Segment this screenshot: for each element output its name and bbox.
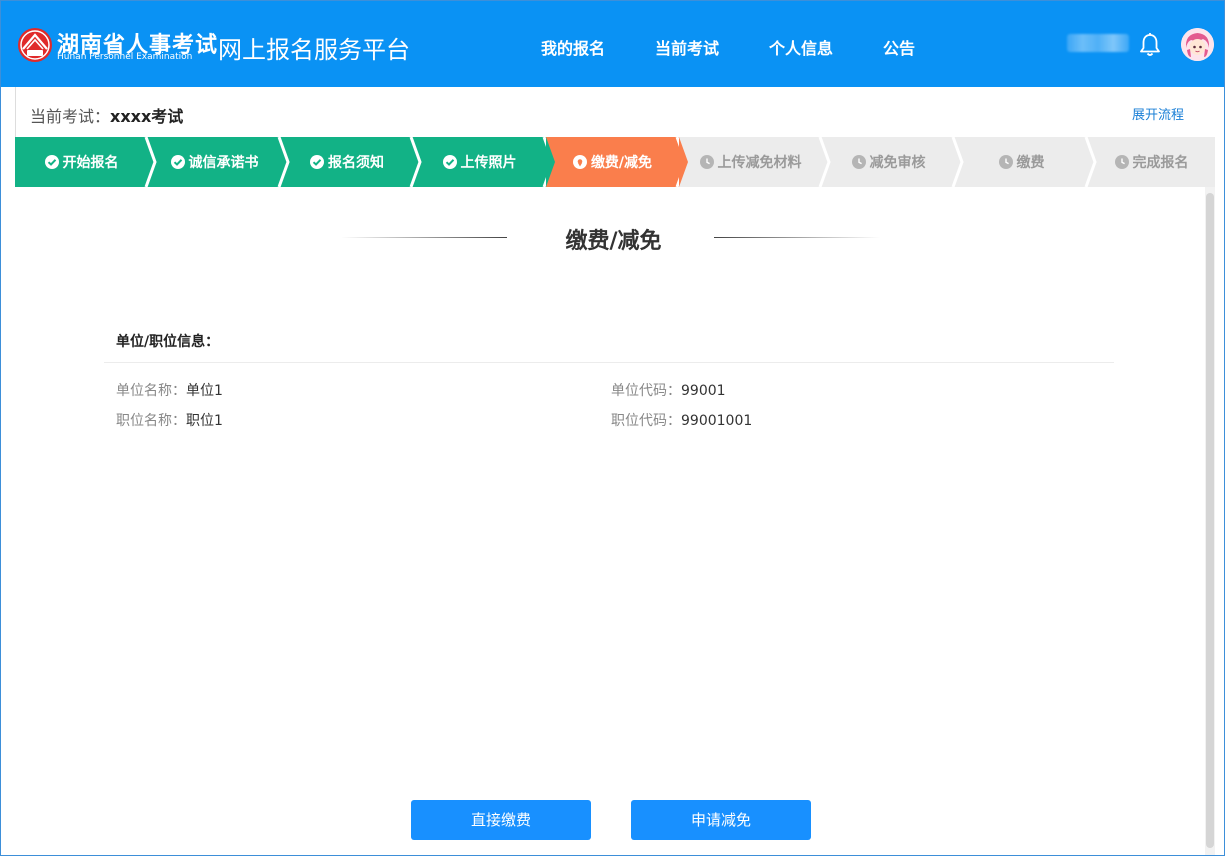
current-exam-label: 当前考试： bbox=[30, 107, 111, 126]
unit-name-label: 单位名称： bbox=[116, 383, 186, 399]
bell-icon[interactable] bbox=[1138, 32, 1162, 58]
unit-name-value: 单位1 bbox=[186, 383, 223, 399]
unit-name-field: 单位名称：单位1 bbox=[116, 380, 223, 400]
platform-title: 网上报名服务平台 bbox=[218, 36, 410, 64]
position-code-value: 99001001 bbox=[681, 413, 753, 429]
position-name-field: 职位名称：职位1 bbox=[116, 410, 223, 430]
step-label: 缴费 bbox=[1016, 155, 1045, 171]
username-redacted[interactable] bbox=[1067, 34, 1129, 52]
progress-steps: 开始报名 诚信承诺书 报名须知 上传照片 缴费/减免 上传减免材料 减免审核 缴… bbox=[15, 137, 1215, 187]
step-label: 上传减免材料 bbox=[717, 155, 802, 171]
step-label: 减免审核 bbox=[869, 155, 926, 171]
step-label: 完成报名 bbox=[1132, 155, 1189, 171]
title-divider-right bbox=[714, 237, 880, 238]
location-pin-icon bbox=[572, 155, 587, 169]
main-content bbox=[15, 187, 1205, 855]
clock-icon bbox=[699, 155, 714, 169]
step-registration-notice[interactable]: 报名须知 bbox=[281, 137, 413, 187]
step-upload-reduction-materials[interactable]: 上传减免材料 bbox=[679, 137, 822, 187]
position-name-label: 职位名称： bbox=[116, 413, 186, 429]
step-label: 诚信承诺书 bbox=[188, 155, 259, 171]
page-title: 缴费/减免 bbox=[565, 229, 662, 254]
check-circle-icon bbox=[310, 155, 324, 169]
top-header: 湖南省人事考试 Hunan Personnel Examination 网上报名… bbox=[1, 1, 1224, 87]
exam-bar: 当前考试：xxxx考试 展开流程 bbox=[15, 87, 1215, 137]
check-circle-icon bbox=[44, 155, 59, 169]
step-label: 开始报名 bbox=[62, 155, 119, 171]
position-code-label: 职位代码： bbox=[611, 413, 681, 429]
nav-current-exam[interactable]: 当前考试 bbox=[655, 35, 719, 59]
step-reduction-review[interactable]: 减免审核 bbox=[822, 137, 955, 187]
current-exam-name: xxxx考试 bbox=[110, 107, 184, 126]
step-payment-reduction[interactable]: 缴费/减免 bbox=[546, 137, 679, 187]
clock-icon bbox=[1114, 155, 1129, 169]
pay-directly-button[interactable]: 直接缴费 bbox=[411, 800, 591, 840]
step-label: 缴费/减免 bbox=[590, 155, 653, 171]
app-window: 湖南省人事考试 Hunan Personnel Examination 网上报名… bbox=[0, 0, 1225, 856]
clock-icon bbox=[851, 155, 866, 169]
check-circle-icon bbox=[442, 155, 457, 169]
step-label: 报名须知 bbox=[328, 155, 384, 171]
unit-position-heading: 单位/职位信息： bbox=[116, 334, 220, 350]
main-nav: 我的报名 当前考试 个人信息 公告 bbox=[541, 35, 965, 59]
step-upload-photo[interactable]: 上传照片 bbox=[413, 137, 546, 187]
unit-code-field: 单位代码：99001 bbox=[611, 380, 726, 400]
apply-reduction-button[interactable]: 申请减免 bbox=[631, 800, 811, 840]
step-label: 上传照片 bbox=[460, 155, 517, 171]
check-circle-icon bbox=[170, 155, 185, 169]
step-integrity-pledge[interactable]: 诚信承诺书 bbox=[148, 137, 281, 187]
expand-process-link[interactable]: 展开流程 bbox=[1132, 104, 1184, 123]
position-name-value: 职位1 bbox=[186, 413, 223, 429]
clock-icon bbox=[998, 155, 1013, 169]
step-payment[interactable]: 缴费 bbox=[955, 137, 1088, 187]
unit-code-label: 单位代码： bbox=[611, 383, 681, 399]
logo-subtitle: Hunan Personnel Examination bbox=[57, 52, 193, 62]
unit-code-value: 99001 bbox=[681, 383, 726, 399]
step-start-registration[interactable]: 开始报名 bbox=[15, 137, 148, 187]
step-complete-registration[interactable]: 完成报名 bbox=[1088, 137, 1215, 187]
position-code-field: 职位代码：99001001 bbox=[611, 410, 752, 430]
hnks-emblem-icon bbox=[18, 28, 52, 62]
current-exam: 当前考试：xxxx考试 bbox=[30, 103, 183, 127]
nav-announcement[interactable]: 公告 bbox=[883, 35, 915, 59]
info-divider bbox=[104, 362, 1114, 363]
avatar-image-icon bbox=[1181, 28, 1214, 61]
scrollbar-thumb[interactable] bbox=[1206, 193, 1214, 848]
avatar[interactable] bbox=[1181, 28, 1214, 61]
nav-my-registration[interactable]: 我的报名 bbox=[541, 35, 605, 59]
nav-personal-info[interactable]: 个人信息 bbox=[769, 35, 833, 59]
